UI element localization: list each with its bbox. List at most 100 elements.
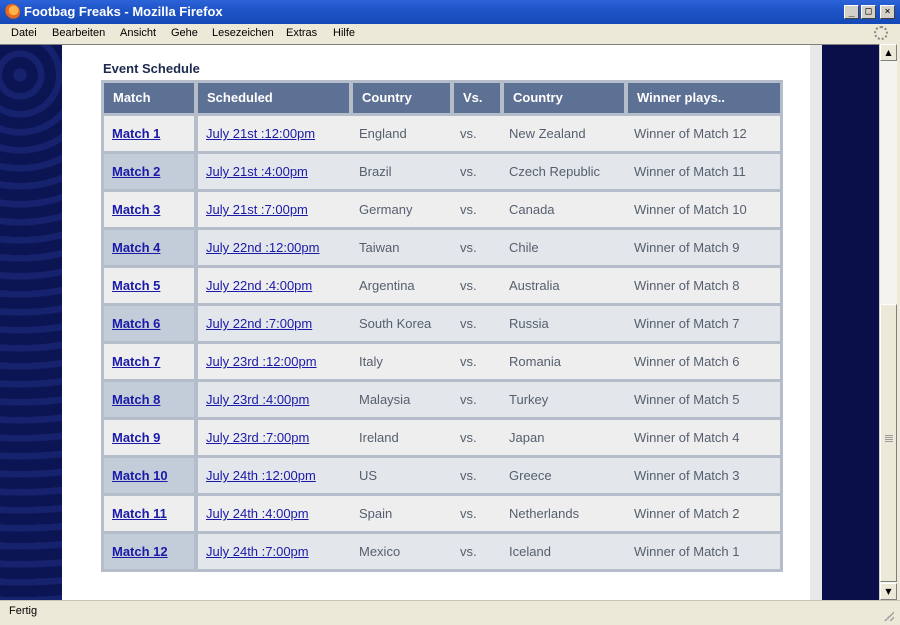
opponent-country-cell: Australia xyxy=(509,278,560,293)
scheduled-link[interactable]: July 24th :7:00pm xyxy=(206,544,309,559)
match-link[interactable]: Match 11 xyxy=(112,506,167,521)
scheduled-link[interactable]: July 22nd :7:00pm xyxy=(206,316,312,331)
match-link[interactable]: Match 10 xyxy=(112,468,168,483)
opponent-country-cell: Russia xyxy=(509,316,549,331)
opponent-country-cell: New Zealand xyxy=(509,126,586,141)
table-row: Match 7 July 23rd :12:00pm Italy vs. Romania… xyxy=(104,344,780,379)
match-link[interactable]: Match 5 xyxy=(112,278,160,293)
table-row: Match 5 July 22nd :4:00pm Argentina vs. Aust… xyxy=(104,268,780,303)
vertical-scrollbar[interactable]: ▲ ▼ xyxy=(879,44,897,600)
match-cell: Match 4 xyxy=(104,230,194,265)
column-header-vs: Vs. xyxy=(454,83,500,113)
scheduled-link[interactable]: July 22nd :4:00pm xyxy=(206,278,312,293)
grip-icon xyxy=(885,435,893,442)
scheduled-link[interactable]: July 21st :7:00pm xyxy=(206,202,308,217)
scheduled-link[interactable]: July 23rd :12:00pm xyxy=(206,354,317,369)
winner-plays-cell: Winner of Match 4 xyxy=(634,430,740,445)
country-cell: South Korea xyxy=(359,316,432,331)
match-cell: Match 3 xyxy=(104,192,194,227)
column-header-match: Match xyxy=(104,83,194,113)
winner-plays-cell: Winner of Match 10 xyxy=(634,202,747,217)
scroll-down-button[interactable]: ▼ xyxy=(880,583,897,600)
match-cell: Match 12 xyxy=(104,534,194,569)
vs-cell: vs. xyxy=(460,202,477,217)
country-cell: Italy xyxy=(359,354,383,369)
match-link[interactable]: Match 1 xyxy=(112,126,160,141)
scroll-up-button[interactable]: ▲ xyxy=(880,44,897,61)
resize-grip-icon[interactable] xyxy=(884,611,894,621)
match-link[interactable]: Match 12 xyxy=(112,544,168,559)
column-header-country: Country xyxy=(353,83,450,113)
country-cell: Brazil xyxy=(359,164,392,179)
maximize-button[interactable]: □ xyxy=(861,5,876,19)
page-background-left xyxy=(0,45,62,601)
opponent-country-cell: Turkey xyxy=(509,392,549,407)
menu-lesezeichen[interactable]: Lesezeichen xyxy=(212,27,274,39)
country-cell: Argentina xyxy=(359,278,415,293)
match-cell: Match 8 xyxy=(104,382,194,417)
scheduled-cell: July 22nd :7:00pm xyxy=(206,306,312,341)
scheduled-link[interactable]: July 23rd :4:00pm xyxy=(206,392,309,407)
arrow-down-icon: ▼ xyxy=(885,587,892,596)
match-link[interactable]: Match 7 xyxy=(112,354,160,369)
vs-cell: vs. xyxy=(460,544,477,559)
scheduled-link[interactable]: July 24th :12:00pm xyxy=(206,468,316,483)
scheduled-cell: July 24th :4:00pm xyxy=(206,496,309,531)
match-link[interactable]: Match 6 xyxy=(112,316,160,331)
opponent-country-cell: Japan xyxy=(509,430,545,445)
status-bar: Fertig xyxy=(0,600,900,625)
vs-cell: vs. xyxy=(460,278,477,293)
menu-extras[interactable]: Extras xyxy=(286,27,317,39)
menu-hilfe[interactable]: Hilfe xyxy=(333,27,355,39)
winner-plays-cell: Winner of Match 1 xyxy=(634,544,740,559)
table-row: Match 10 July 24th :12:00pm US vs. Greece Win… xyxy=(104,458,780,493)
scheduled-link[interactable]: July 21st :4:00pm xyxy=(206,164,308,179)
details-cell: July 21st :4:00pm Brazil vs. Czech Republic… xyxy=(198,154,780,189)
menu-ansicht[interactable]: Ansicht xyxy=(120,27,156,39)
vs-cell: vs. xyxy=(460,392,477,407)
winner-plays-cell: Winner of Match 11 xyxy=(634,164,746,179)
details-cell: July 24th :7:00pm Mexico vs. Iceland Winner … xyxy=(198,534,780,569)
country-cell: England xyxy=(359,126,407,141)
scheduled-cell: July 22nd :12:00pm xyxy=(206,230,319,265)
table-row: Match 3 July 21st :7:00pm Germany vs. Canada… xyxy=(104,192,780,227)
event-schedule-heading: Event Schedule xyxy=(103,61,200,76)
scheduled-cell: July 22nd :4:00pm xyxy=(206,268,312,303)
menu-bearbeiten[interactable]: Bearbeiten xyxy=(52,27,105,39)
scheduled-cell: July 23rd :4:00pm xyxy=(206,382,309,417)
event-schedule-table: Match Scheduled Country Vs. Country Winn… xyxy=(101,80,783,572)
match-link[interactable]: Match 3 xyxy=(112,202,160,217)
details-cell: July 24th :12:00pm US vs. Greece Winner of M… xyxy=(198,458,780,493)
menu-datei[interactable]: Datei xyxy=(11,27,37,39)
minimize-button[interactable]: _ xyxy=(844,5,859,19)
column-header-country-2: Country xyxy=(504,83,624,113)
winner-plays-cell: Winner of Match 2 xyxy=(634,506,740,521)
vs-cell: vs. xyxy=(460,164,477,179)
scrollbar-thumb[interactable] xyxy=(880,304,897,582)
arrow-up-icon: ▲ xyxy=(885,48,892,57)
scheduled-link[interactable]: July 24th :4:00pm xyxy=(206,506,309,521)
table-row: Match 12 July 24th :7:00pm Mexico vs. Icelan… xyxy=(104,534,780,569)
menu-gehe[interactable]: Gehe xyxy=(171,27,198,39)
window-title: Footbag Freaks - Mozilla Firefox xyxy=(24,4,223,19)
winner-plays-cell: Winner of Match 7 xyxy=(634,316,740,331)
details-cell: July 22nd :12:00pm Taiwan vs. Chile Winner o… xyxy=(198,230,780,265)
details-cell: July 22nd :7:00pm South Korea vs. Russia Win… xyxy=(198,306,780,341)
winner-plays-cell: Winner of Match 12 xyxy=(634,126,747,141)
table-row: Match 6 July 22nd :7:00pm South Korea vs. Ru… xyxy=(104,306,780,341)
close-button[interactable]: × xyxy=(880,5,895,19)
details-cell: July 21st :7:00pm Germany vs. Canada Winner … xyxy=(198,192,780,227)
scheduled-link[interactable]: July 21st :12:00pm xyxy=(206,126,315,141)
scheduled-link[interactable]: July 23rd :7:00pm xyxy=(206,430,309,445)
window-title-bar[interactable]: Footbag Freaks - Mozilla Firefox _ □ × xyxy=(0,0,900,24)
country-cell: Germany xyxy=(359,202,413,217)
vs-cell: vs. xyxy=(460,126,477,141)
match-cell: Match 7 xyxy=(104,344,194,379)
match-link[interactable]: Match 2 xyxy=(112,164,160,179)
match-link[interactable]: Match 9 xyxy=(112,430,160,445)
match-link[interactable]: Match 4 xyxy=(112,240,160,255)
column-header-winner: Winner plays.. xyxy=(628,83,780,113)
content-border xyxy=(810,45,822,601)
match-link[interactable]: Match 8 xyxy=(112,392,160,407)
scheduled-link[interactable]: July 22nd :12:00pm xyxy=(206,240,319,255)
